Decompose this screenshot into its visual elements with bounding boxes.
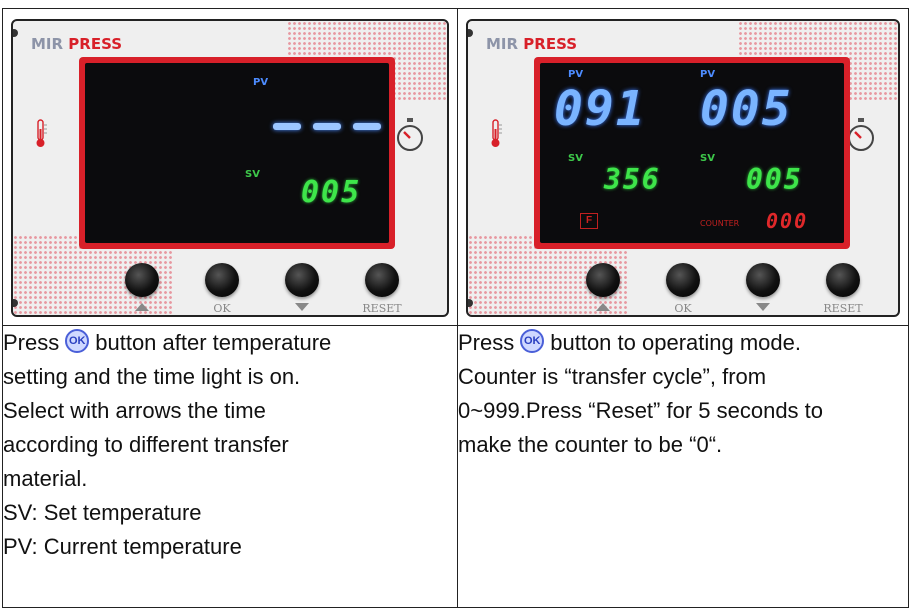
left-device-photo: MIR PRESS PV SV 005 OK RESET [2,8,458,326]
control-panel-right: MIR PRESS PV PV 091 005 SV SV 356 005 F … [466,19,900,317]
text-line: Press OK button to operating mode. [458,329,801,355]
up-arrow-icon [596,303,610,311]
ok-button[interactable] [205,263,239,297]
pv-temperature: 091 [554,81,647,137]
down-arrow-icon [756,303,770,311]
ok-button-icon: OK [520,329,545,353]
instruction-table: MIR PRESS PV SV 005 OK RESET MIR PRESS P… [2,8,909,608]
down-button[interactable] [746,263,780,297]
text-line: material. [3,466,88,491]
sv-label: SV [568,153,583,164]
reset-label: RESET [823,302,863,315]
brand-logo: MIR PRESS [31,35,123,53]
reset-button[interactable] [826,263,860,297]
display-bezel: PV SV 005 [79,57,395,249]
text-line: make the counter to be “0“. [458,432,723,457]
right-description: Press OK button to operating mode. Counter… [457,325,909,608]
text-line: setting and the time light is on. [3,364,301,389]
down-button[interactable] [285,263,319,297]
pv-time: 005 [700,81,793,137]
text-line: PV: Current temperature [3,534,242,559]
reset-button[interactable] [365,263,399,297]
pv-label: PV [253,77,269,88]
ok-label: OK [213,302,231,315]
down-arrow-icon [295,303,309,311]
fahrenheit-indicator: F [580,213,598,229]
brand-logo: MIR PRESS [486,35,578,53]
up-button[interactable] [586,263,620,297]
thermometer-icon [36,119,47,147]
pv-label: PV [568,69,584,80]
text-line: 0~999.Press “Reset” for 5 seconds to [458,398,824,423]
sv-time: 005 [746,163,803,196]
text-line: Select with arrows the time [3,398,266,423]
lcd-screen: PV PV 091 005 SV SV 356 005 F COUNTER 00… [540,63,844,243]
text-line: Counter is “transfer cycle”, from [458,364,767,389]
reset-label: RESET [362,302,402,315]
sv-temperature: 356 [604,163,661,196]
sv-label: SV [245,169,260,180]
sv-value: 005 [301,175,362,210]
counter-value: 000 [766,209,809,233]
thermometer-icon [491,119,502,147]
screw [13,29,18,37]
pv-label: PV [700,69,716,80]
left-description: Press OK button after temperature setting … [2,325,458,608]
counter-label: COUNTER [700,219,740,228]
stopwatch-icon [848,118,874,151]
text-line: according to different transfer [3,432,289,457]
control-panel-left: MIR PRESS PV SV 005 OK RESET [11,19,449,317]
pv-dashes [273,123,383,133]
up-arrow-icon [135,303,149,311]
sv-label: SV [700,153,715,164]
ok-button[interactable] [666,263,700,297]
text-line: SV: Set temperature [3,500,202,525]
up-button[interactable] [125,263,159,297]
screw [468,29,473,37]
text-line: Press OK button after temperature [3,329,332,355]
stopwatch-icon [397,118,423,151]
ok-label: OK [674,302,692,315]
ok-button-icon: OK [65,329,90,353]
lcd-screen: PV SV 005 [85,63,389,243]
display-bezel: PV PV 091 005 SV SV 356 005 F COUNTER 00… [534,57,850,249]
right-device-photo: MIR PRESS PV PV 091 005 SV SV 356 005 F … [457,8,909,326]
